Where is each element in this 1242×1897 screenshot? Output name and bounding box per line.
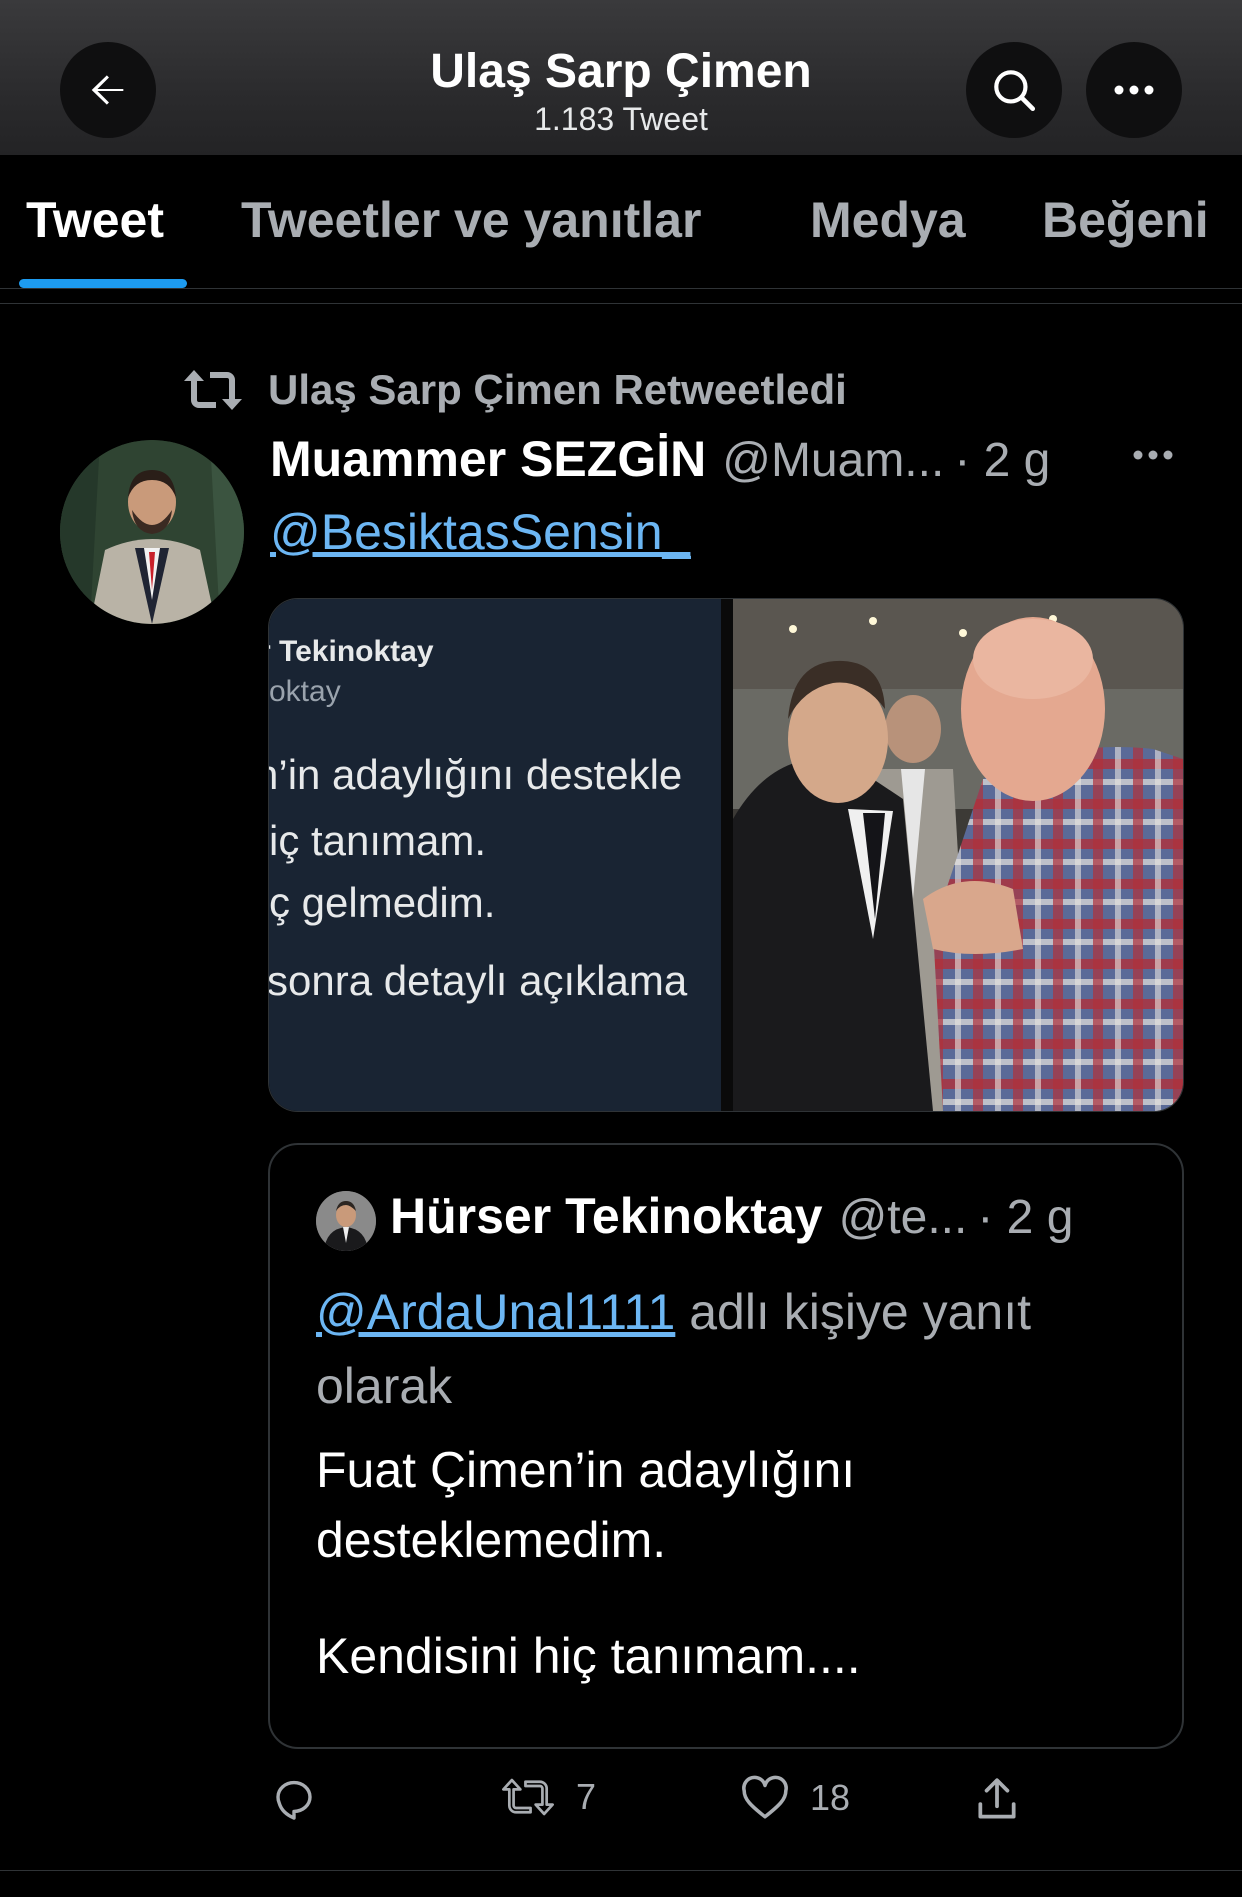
quoted-text-line: desteklemedim. <box>316 1512 667 1568</box>
avatar-image <box>316 1191 376 1251</box>
quoted-reply-context: @ArdaUnal1111 adlı kişiye yanıt olarak <box>316 1275 1116 1423</box>
quoted-text-line: Kendisini hiç tanımam.... <box>316 1628 861 1684</box>
media-text-line: n’in adaylığını destekle <box>269 751 683 798</box>
retweet-button[interactable]: 7 <box>500 1775 596 1819</box>
tweet-mention-link[interactable]: @BesiktasSensin_ <box>270 503 690 561</box>
tab-tweet[interactable]: Tweet <box>26 191 164 249</box>
quoted-tweet-time: · 2 g <box>977 1191 1074 1244</box>
divider <box>0 303 1242 304</box>
media-divider <box>721 599 733 1111</box>
tab-media[interactable]: Medya <box>810 191 966 249</box>
text-spacer <box>316 1575 1136 1621</box>
retweet-context-label: Ulaş Sarp Çimen Retweetledi <box>268 366 847 413</box>
more-horizontal-icon <box>1133 450 1173 460</box>
retweet-icon <box>502 1778 554 1816</box>
quoted-tweet[interactable]: Hürser Tekinoktay @te... · 2 g @ArdaUnal… <box>268 1143 1184 1749</box>
profile-header: Ulaş Sarp Çimen 1.183 Tweet <box>0 0 1242 155</box>
heart-icon <box>742 1775 788 1819</box>
retweet-icon <box>184 370 242 410</box>
tweet-more-button[interactable] <box>1130 448 1176 466</box>
more-horizontal-icon <box>1114 85 1154 95</box>
quoted-author-avatar <box>316 1191 376 1251</box>
quoted-author-name: Hürser Tekinoktay <box>390 1188 823 1244</box>
photo-handshake <box>733 599 1183 1111</box>
media-text-line: ç gelmedim. <box>269 879 496 926</box>
author-avatar[interactable] <box>60 440 244 624</box>
author-name[interactable]: Muammer SEZGİN <box>270 430 706 488</box>
search-icon <box>994 70 1036 112</box>
avatar-image <box>60 440 244 624</box>
like-button[interactable]: 18 <box>740 1775 850 1821</box>
share-icon <box>978 1778 1016 1819</box>
retweet-count: 7 <box>576 1776 597 1817</box>
tab-likes[interactable]: Beğeni <box>1042 191 1209 249</box>
tabs-divider <box>0 288 1242 289</box>
tab-tweets-and-replies[interactable]: Tweetler ve yanıtlar <box>241 191 701 249</box>
tweet-time[interactable]: · 2 g <box>954 433 1050 488</box>
profile-tabs: Tweet Tweetler ve yanıtlar Medya Beğeni <box>0 155 1242 288</box>
media-screenshot-image[interactable]: r Tekinoktay oktay n’in adaylığını deste… <box>269 599 721 1111</box>
like-count: 18 <box>810 1777 851 1818</box>
quoted-author-handle: @te... <box>838 1191 968 1244</box>
author-handle[interactable]: @Muam... <box>722 433 944 488</box>
share-button[interactable] <box>972 1775 1022 1825</box>
media-text-line: r Tekinoktay <box>269 635 434 668</box>
tweet-media[interactable]: r Tekinoktay oktay n’in adaylığını deste… <box>268 598 1184 1112</box>
tweet-author-row: Muammer SEZGİN @Muam... · 2 g <box>270 430 1050 500</box>
reply-mention-link[interactable]: @ArdaUnal1111 <box>316 1284 675 1340</box>
quoted-tweet-text: Fuat Çimen’in adaylığını desteklemedim. … <box>316 1435 1136 1691</box>
media-text-line: sonra detaylı açıklama <box>269 957 688 1004</box>
retweet-context: Ulaş Sarp Çimen Retweetledi <box>180 360 847 420</box>
media-text-line: oktay <box>269 675 341 708</box>
more-options-button[interactable] <box>1086 42 1182 138</box>
quoted-text-line: Fuat Çimen’in adaylığını <box>316 1442 856 1498</box>
media-text-line: iç tanımam. <box>269 817 487 864</box>
search-button[interactable] <box>966 42 1062 138</box>
reply-icon <box>276 1780 312 1820</box>
quoted-author-row: Hürser Tekinoktay @te... · 2 g <box>390 1187 1073 1245</box>
tweet-actions: 7 18 <box>270 1775 1170 1835</box>
active-tab-indicator <box>19 279 187 288</box>
reply-button[interactable] <box>270 1775 318 1823</box>
divider <box>0 1870 1242 1871</box>
media-photo-image[interactable] <box>733 599 1183 1111</box>
